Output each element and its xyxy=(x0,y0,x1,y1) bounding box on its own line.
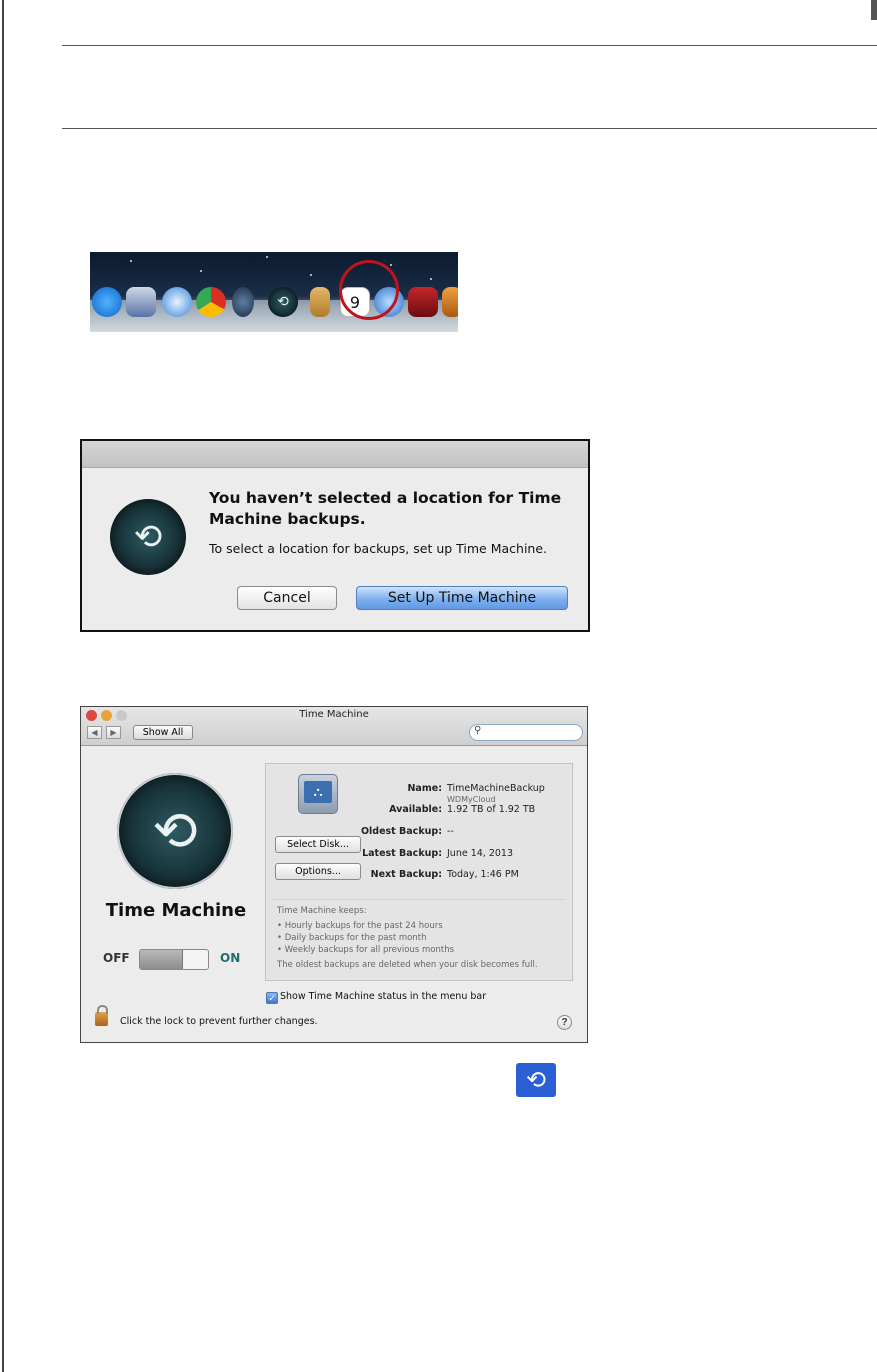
dialog-heading: You haven’t selected a location for Time… xyxy=(209,489,562,528)
toggle-knob[interactable] xyxy=(140,950,183,969)
options-button[interactable]: Options... xyxy=(275,863,361,880)
time-machine-clock-icon: ⟲ xyxy=(525,1066,547,1094)
mission-control-icon[interactable] xyxy=(232,287,254,317)
setup-alert-dialog: ⟲ You haven’t selected a location for Ti… xyxy=(80,439,590,632)
available-value: 1.92 TB of 1.92 TB xyxy=(447,804,536,815)
select-disk-button[interactable]: Select Disk... xyxy=(275,836,361,853)
name-subvalue: WDMyCloud xyxy=(447,795,496,804)
dock-screenshot: ⟲ 9 xyxy=(90,252,458,332)
dialog-titlebar xyxy=(82,441,588,468)
show-status-label[interactable]: Show Time Machine status in the menu bar xyxy=(280,991,486,1002)
iphoto-icon[interactable] xyxy=(442,287,458,317)
safari-icon[interactable] xyxy=(162,287,192,317)
forward-button[interactable]: ▶ xyxy=(106,726,121,739)
next-backup-value: Today, 1:46 PM xyxy=(447,869,519,880)
retention-item: • Hourly backups for the past 24 hours xyxy=(277,921,443,931)
time-machine-preferences-window: Time Machine ◀ ▶ Show All ⚲ ⟲ Time Machi… xyxy=(80,706,588,1043)
name-key: Name: xyxy=(407,783,442,794)
lock-shackle xyxy=(97,1005,108,1014)
time-machine-large-icon: ⟲ xyxy=(117,773,233,889)
header-rule-bottom xyxy=(62,128,877,129)
lock-label: Click the lock to prevent further change… xyxy=(120,1016,318,1027)
time-machine-icon: ⟲ xyxy=(110,499,186,575)
cancel-button[interactable]: Cancel xyxy=(237,586,337,610)
search-input[interactable]: ⚲ xyxy=(469,724,583,741)
page-left-border xyxy=(2,0,4,1372)
search-icon: ⚲ xyxy=(474,725,482,736)
contacts-icon[interactable] xyxy=(310,287,330,317)
back-button[interactable]: ◀ xyxy=(87,726,102,739)
forward-arrow-icon: ▶ xyxy=(110,728,117,737)
app-store-icon[interactable] xyxy=(92,287,122,317)
window-title: Time Machine xyxy=(299,709,369,720)
time-machine-highlight-ring xyxy=(339,260,399,320)
back-arrow-icon: ◀ xyxy=(91,728,98,737)
show-status-checkbox[interactable]: ✓ xyxy=(266,992,278,1004)
photo-booth-icon[interactable] xyxy=(408,287,438,317)
star xyxy=(310,274,312,276)
retention-item: • Daily backups for the past month xyxy=(277,933,427,943)
toggle-off-label: OFF xyxy=(103,951,130,965)
available-key: Available: xyxy=(389,804,442,815)
latest-backup-value: June 14, 2013 xyxy=(447,848,514,859)
star xyxy=(130,260,132,262)
retention-heading: Time Machine keeps: xyxy=(277,906,367,916)
time-machine-toggle[interactable] xyxy=(139,949,209,970)
preview-icon[interactable] xyxy=(126,287,156,317)
backup-disk-info-panel: ⛬ Name: TimeMachineBackup WDMyCloud Avai… xyxy=(265,763,573,981)
star xyxy=(266,256,268,258)
star xyxy=(390,264,392,266)
show-all-button[interactable]: Show All xyxy=(133,725,193,740)
set-up-time-machine-button[interactable]: Set Up Time Machine xyxy=(356,586,568,610)
toggle-on-label: ON xyxy=(220,951,241,965)
checkmark-icon: ✓ xyxy=(268,993,276,1003)
star xyxy=(200,270,202,272)
retention-info: Time Machine keeps: • Hourly backups for… xyxy=(273,899,565,977)
name-value: TimeMachineBackup xyxy=(447,783,545,794)
retention-footer: The oldest backups are deleted when your… xyxy=(277,960,538,970)
star xyxy=(430,278,432,280)
dialog-message: To select a location for backups, set up… xyxy=(209,541,548,556)
header-rule-top xyxy=(62,45,877,46)
time-machine-label: Time Machine xyxy=(105,900,247,921)
time-machine-menubar-icon: ⟲ xyxy=(516,1063,556,1097)
help-button[interactable]: ? xyxy=(557,1015,572,1030)
retention-item: • Weekly backups for all previous months xyxy=(277,945,455,955)
network-share-icon: ⛬ xyxy=(304,781,332,803)
chrome-icon[interactable] xyxy=(196,287,226,317)
page-right-tab xyxy=(871,0,877,20)
oldest-backup-value: -- xyxy=(447,826,454,837)
window-toolbar: Time Machine ◀ ▶ Show All ⚲ xyxy=(81,707,587,746)
time-machine-icon[interactable]: ⟲ xyxy=(268,287,298,317)
lock-icon[interactable] xyxy=(95,1005,108,1026)
